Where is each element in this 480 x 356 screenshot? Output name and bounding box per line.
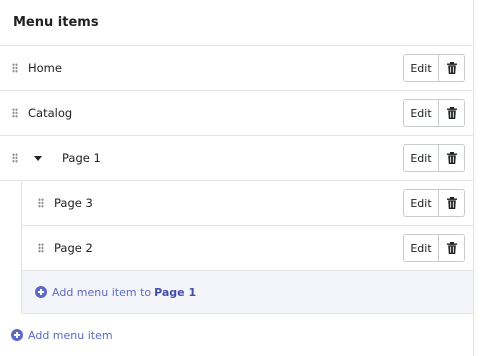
trash-icon — [446, 152, 457, 164]
delete-button[interactable] — [439, 144, 465, 172]
delete-button[interactable] — [439, 234, 465, 262]
item-actions: Edit — [403, 54, 465, 82]
edit-button[interactable]: Edit — [403, 189, 439, 217]
menu-item-label: Catalog — [28, 106, 73, 120]
menu-item-label: Page 1 — [62, 151, 101, 165]
edit-button[interactable]: Edit — [403, 99, 439, 127]
delete-button[interactable] — [439, 99, 465, 127]
delete-button[interactable] — [439, 189, 465, 217]
nested-menu-items: Page 3 Edit Page 2 Edit Add menu item to… — [21, 181, 473, 314]
item-actions: Edit — [403, 234, 465, 262]
menu-item-label: Home — [28, 61, 62, 75]
caret-down-icon[interactable] — [34, 155, 42, 161]
add-menu-item-label: Add menu item — [28, 328, 113, 342]
delete-button[interactable] — [439, 54, 465, 82]
menu-item-page-3[interactable]: Page 3 Edit — [22, 181, 473, 226]
add-menu-item-link[interactable]: Add menu item — [0, 314, 473, 356]
menu-item-home[interactable]: Home Edit — [0, 46, 473, 91]
trash-icon — [446, 62, 457, 74]
menu-item-catalog[interactable]: Catalog Edit — [0, 91, 473, 136]
plus-circle-icon — [11, 329, 23, 341]
add-child-target: Page 1 — [154, 285, 197, 299]
edit-button[interactable]: Edit — [403, 144, 439, 172]
menu-item-page-2[interactable]: Page 2 Edit — [22, 226, 473, 271]
add-menu-item-to-page-1-link[interactable]: Add menu item to Page 1 — [22, 271, 473, 314]
item-actions: Edit — [403, 99, 465, 127]
menu-item-label: Page 2 — [54, 241, 93, 255]
menu-item-page-1[interactable]: Page 1 Edit — [0, 136, 473, 181]
trash-icon — [446, 107, 457, 119]
plus-circle-icon — [35, 286, 47, 298]
drag-handle-icon[interactable] — [38, 243, 44, 253]
menu-items-panel: Menu items Home Edit Catalog Edit Page 1… — [0, 0, 474, 356]
drag-handle-icon[interactable] — [12, 108, 18, 118]
panel-title: Menu items — [0, 0, 473, 46]
item-actions: Edit — [403, 189, 465, 217]
menu-item-label: Page 3 — [54, 196, 93, 210]
trash-icon — [446, 197, 457, 209]
edit-button[interactable]: Edit — [403, 234, 439, 262]
edit-button[interactable]: Edit — [403, 54, 439, 82]
drag-handle-icon[interactable] — [12, 153, 18, 163]
add-child-text: Add menu item to — [52, 285, 152, 299]
item-actions: Edit — [403, 144, 465, 172]
trash-icon — [446, 242, 457, 254]
drag-handle-icon[interactable] — [38, 198, 44, 208]
drag-handle-icon[interactable] — [12, 63, 18, 73]
